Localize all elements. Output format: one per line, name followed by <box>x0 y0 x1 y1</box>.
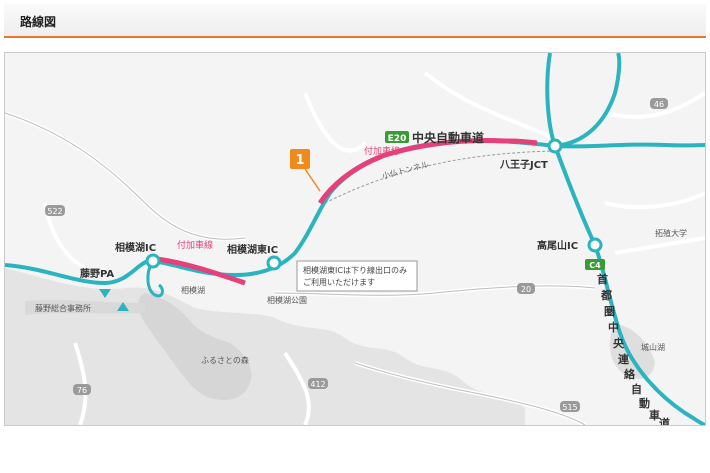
route-522-label: 522 <box>47 207 62 216</box>
route-515-label: 515 <box>562 403 577 412</box>
route-map-svg: 522 46 20 412 515 76 E20 中央自動車道 C4 1 付加車… <box>5 53 705 425</box>
sagamiko-ic-marker[interactable] <box>145 253 161 269</box>
c4-shield-label: C4 <box>589 261 601 270</box>
exit-note-line1: 相模湖東ICは下り線出口のみ <box>303 265 407 275</box>
sagamiko-lake-label: 相模湖 <box>181 285 205 295</box>
fujino-office-label: 藤野総合事務所 <box>35 303 91 313</box>
route-76-label: 76 <box>77 386 87 395</box>
shiroyama-lake-label: 城山湖 <box>641 342 665 352</box>
route-map: 522 46 20 412 515 76 E20 中央自動車道 C4 1 付加車… <box>4 52 706 426</box>
exit-note-line2: ご利用いただけます <box>303 277 375 287</box>
hachioji-jct-marker[interactable] <box>547 138 563 154</box>
section-title: 路線図 <box>20 15 57 29</box>
section-header: 路線図 <box>4 4 706 38</box>
furusato-mori-label: ふるさとの森 <box>201 355 249 365</box>
fujino-pa-label: 藤野PA <box>80 267 114 280</box>
chuo-expressway-label: 中央自動車道 <box>412 130 484 145</box>
additional-lane-label-east: 付加車線 <box>364 145 400 157</box>
sagamiko-park-label: 相模湖公園 <box>267 295 307 305</box>
callout-number: 1 <box>295 153 304 168</box>
route-412-label: 412 <box>310 380 325 389</box>
sagamiko-higashi-ic-label: 相模湖東IC <box>227 243 278 256</box>
route-20-label: 20 <box>521 285 531 294</box>
sagamiko-higashi-ic-marker[interactable] <box>266 255 282 271</box>
takushoku-univ-label: 拓殖大学 <box>655 228 687 238</box>
sagamiko-ic-label: 相模湖IC <box>115 241 156 254</box>
takaosan-ic-marker[interactable] <box>587 237 603 253</box>
takaosan-ic-label: 高尾山IC <box>537 239 578 252</box>
additional-lane-label-west: 付加車線 <box>177 239 213 251</box>
hachioji-jct-label: 八王子JCT <box>499 159 548 171</box>
e20-shield-label: E20 <box>388 134 407 144</box>
route-46-label: 46 <box>654 100 664 109</box>
chuo-east-branch <box>554 142 705 149</box>
